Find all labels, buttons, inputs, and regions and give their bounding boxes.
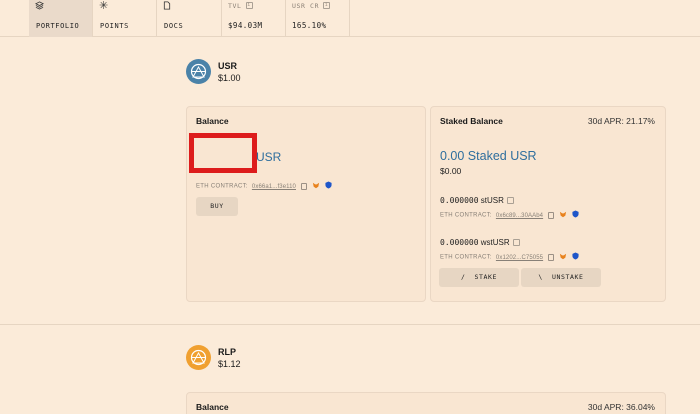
shield-icon[interactable]: [572, 210, 579, 220]
apr-label: 30d APR: 21.17%: [587, 116, 655, 126]
copy-icon[interactable]: [548, 211, 555, 219]
stat-value: $94.03M: [228, 21, 263, 30]
card-title: Balance: [196, 402, 229, 412]
metamask-fox-icon[interactable]: [312, 182, 320, 191]
rlp-balance-card: Balance 30d APR: 36.04%: [186, 392, 666, 414]
contract-row: ETH CONTRACT: 0x66a1...f3e110: [196, 181, 332, 191]
info-icon[interactable]: [506, 197, 514, 205]
staked-usd: $0.00: [440, 166, 462, 176]
tab-label: POINTS: [100, 22, 129, 30]
rlp-token-header: RLP $1.12: [186, 345, 306, 371]
shield-icon[interactable]: [572, 252, 579, 262]
top-nav: PORTFOLIO ✳ POINTS DOCS TVL i $94.03M USR…: [0, 0, 700, 37]
info-icon[interactable]: i: [323, 2, 331, 9]
info-icon[interactable]: [512, 239, 520, 247]
unstake-icon: \: [538, 273, 543, 281]
contract-row: ETH CONTRACT: 0x6c89...30AAb4: [440, 210, 579, 220]
rlp-logo-icon: [186, 345, 211, 370]
stat-usr-cr: USR CR i 165.10%: [286, 0, 350, 37]
balance-unit: USR: [256, 150, 282, 164]
stat-label: USR CR: [292, 2, 320, 10]
stake-icon: /: [460, 273, 466, 281]
tab-points[interactable]: ✳ POINTS: [93, 0, 157, 37]
unstake-button[interactable]: \ UNSTAKE: [521, 268, 601, 287]
card-title: Staked Balance: [440, 116, 503, 126]
asterisk-icon: ✳: [99, 0, 109, 12]
token-price: $1.12: [218, 359, 241, 369]
token-name: RLP: [218, 347, 236, 357]
stake-button[interactable]: / STAKE: [439, 268, 519, 287]
contract-address-link[interactable]: 0x6c89...30AAb4: [496, 213, 543, 219]
tab-docs[interactable]: DOCS: [157, 0, 222, 37]
stat-tvl: TVL i $94.03M: [222, 0, 286, 37]
contract-label: ETH CONTRACT:: [196, 183, 248, 190]
redacted-balance-highlight: [189, 133, 257, 173]
section-divider: [0, 324, 700, 325]
usr-staked-card: Staked Balance 30d APR: 21.17% 0.00 Stak…: [430, 106, 666, 302]
layers-icon: [34, 1, 45, 13]
apr-label: 30d APR: 36.04%: [587, 402, 655, 412]
stusr-amount: 0.000000 stUSR: [440, 196, 514, 205]
card-title: Balance: [196, 116, 229, 126]
tab-label: DOCS: [164, 22, 184, 30]
contract-row: ETH CONTRACT: 0x1202...C75055: [440, 252, 579, 262]
wstusr-amount: 0.000000 wstUSR: [440, 238, 520, 247]
document-icon: [163, 1, 171, 13]
usr-balance-card: Balance USR ETH CONTRACT: 0x66a1...f3e110…: [186, 106, 426, 302]
token-price: $1.00: [218, 73, 241, 83]
stat-label: TVL: [228, 2, 242, 10]
buy-button[interactable]: BUY: [196, 197, 238, 216]
info-icon[interactable]: i: [245, 2, 253, 9]
usr-logo-icon: [186, 59, 211, 84]
contract-address-link[interactable]: 0x66a1...f3e110: [252, 184, 296, 190]
copy-icon[interactable]: [548, 253, 555, 261]
contract-label: ETH CONTRACT:: [440, 212, 492, 219]
tab-portfolio[interactable]: PORTFOLIO: [29, 0, 93, 37]
copy-icon[interactable]: [300, 182, 307, 190]
tab-label: PORTFOLIO: [36, 22, 80, 30]
shield-icon[interactable]: [325, 181, 332, 191]
usr-token-header: USR $1.00: [186, 59, 306, 85]
staked-total: 0.00 Staked USR: [440, 149, 537, 163]
metamask-fox-icon[interactable]: [559, 253, 567, 262]
contract-label: ETH CONTRACT:: [440, 254, 492, 261]
stat-value: 165.10%: [292, 21, 327, 30]
metamask-fox-icon[interactable]: [559, 211, 567, 220]
contract-address-link[interactable]: 0x1202...C75055: [496, 255, 543, 261]
token-name: USR: [218, 61, 238, 71]
